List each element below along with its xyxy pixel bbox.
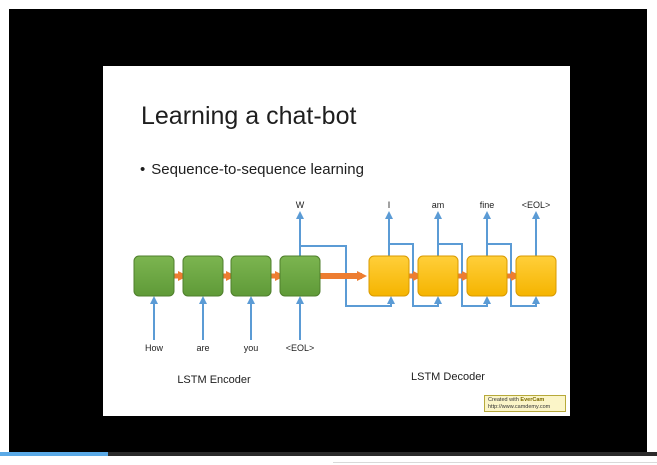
- decoder-output-label: I: [388, 200, 391, 210]
- encoder-cell: [279, 255, 321, 297]
- decoder-cell: [417, 255, 459, 297]
- encoder-cell: [230, 255, 272, 297]
- watermark-url: http://www.camdemy.com: [488, 404, 551, 410]
- encoder-cell: [133, 255, 175, 297]
- watermark-brand: EverCam: [520, 397, 545, 403]
- encoder-input-label: are: [196, 343, 209, 353]
- decoder-output-label: am: [432, 200, 445, 210]
- decoder-label: LSTM Decoder: [411, 371, 485, 383]
- playback-progress-fill: [0, 452, 109, 456]
- encoder-label: LSTM Encoder: [177, 374, 251, 386]
- decoder-output-label: <EOL>: [522, 200, 551, 210]
- decoder-cell: [515, 255, 557, 297]
- playback-progress-bar[interactable]: [0, 452, 657, 456]
- slide: Learning a chat-bot • Sequence-to-sequenc…: [103, 66, 570, 416]
- encoder-input-label: you: [244, 343, 259, 353]
- seq2seq-diagram: How are you <EOL> W I am fine <EOL> LSTM…: [133, 200, 557, 386]
- encoder-cell: [182, 255, 224, 297]
- decoder-cell: [466, 255, 508, 297]
- encoder-input-label: <EOL>: [286, 343, 315, 353]
- watermark-prefix: Created with: [488, 397, 519, 403]
- encoder-output-label: W: [296, 200, 305, 210]
- evercam-watermark: Created with EverCam http://www.camdemy.…: [484, 395, 566, 412]
- decoder-cell: [368, 255, 410, 297]
- video-player[interactable]: Learning a chat-bot • Sequence-to-sequenc…: [9, 9, 647, 455]
- decoder-output-label: fine: [480, 200, 495, 210]
- divider: [333, 462, 657, 463]
- encoder-input-label: How: [145, 343, 164, 353]
